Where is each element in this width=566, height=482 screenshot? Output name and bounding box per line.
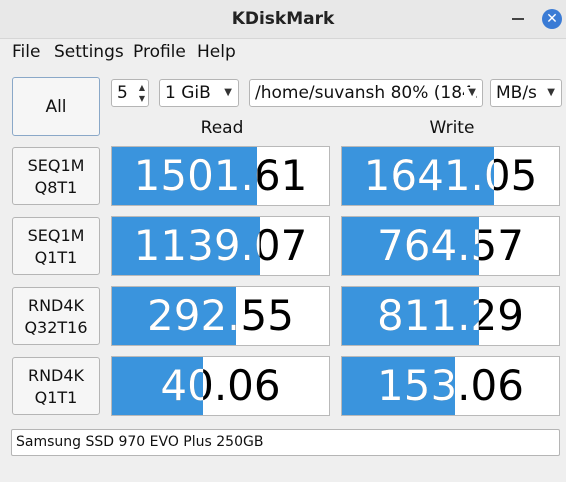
test-line1: RND4K [27,296,85,315]
unit-value: MB/s [496,83,537,103]
write-result: 1641.05 1641.05 [341,146,560,206]
path-value: /home/suvansh 80% (184. [255,83,479,103]
read-result: 40.06 40.06 [111,356,330,416]
spin-arrows-icon[interactable]: ▲ ▼ [139,82,145,104]
menu-help[interactable]: Help [197,42,236,62]
menu-file[interactable]: File [12,42,40,62]
test-button-rnd4k-q32t16[interactable]: RND4K Q32T16 [12,287,100,345]
menu-bar: File Settings Profile Help [0,38,566,68]
test-line2: Q1T1 [34,388,78,407]
read-result: 292.55 292.55 [111,286,330,346]
chevron-down-icon: ▼ [464,87,476,98]
chevron-down-icon: ▼ [224,87,232,98]
write-result: 153.06 153.06 [341,356,560,416]
test-button-seq1m-q1t1[interactable]: SEQ1M Q1T1 [12,217,100,275]
test-line2: Q8T1 [34,178,78,197]
test-line1: RND4K [27,366,85,385]
test-button-seq1m-q8t1[interactable]: SEQ1M Q8T1 [12,147,100,205]
minimize-icon[interactable] [512,18,524,20]
test-line1: SEQ1M [27,226,85,245]
menu-profile[interactable]: Profile [133,42,186,62]
test-line2: Q1T1 [34,248,78,267]
test-line2: Q32T16 [24,318,88,337]
test-line1: SEQ1M [27,156,85,175]
all-button[interactable]: All [12,77,100,136]
size-combo[interactable]: 1 GiB ▼ [159,79,239,107]
title-bar: KDiskMark ✕ [0,0,566,39]
loops-value: 5 [117,83,128,103]
size-value: 1 GiB [165,83,211,103]
test-button-rnd4k-q1t1[interactable]: RND4K Q1T1 [12,357,100,415]
write-header: Write [429,118,475,138]
window-title: KDiskMark [231,9,335,29]
unit-combo[interactable]: MB/s ▼ [490,79,562,107]
write-result: 811.29 811.29 [341,286,560,346]
menu-settings[interactable]: Settings [54,42,124,62]
drive-label-field[interactable]: Samsung SSD 970 EVO Plus 250GB [11,429,560,456]
chevron-down-icon: ▼ [547,87,555,98]
path-combo[interactable]: /home/suvansh 80% (184. ▼ [249,79,483,107]
close-icon[interactable]: ✕ [542,9,562,29]
loops-spinbox[interactable]: 5 ▲ ▼ [111,79,149,107]
read-header: Read [200,118,244,138]
read-result: 1139.07 1139.07 [111,216,330,276]
read-result: 1501.61 1501.61 [111,146,330,206]
write-result: 764.57 764.57 [341,216,560,276]
